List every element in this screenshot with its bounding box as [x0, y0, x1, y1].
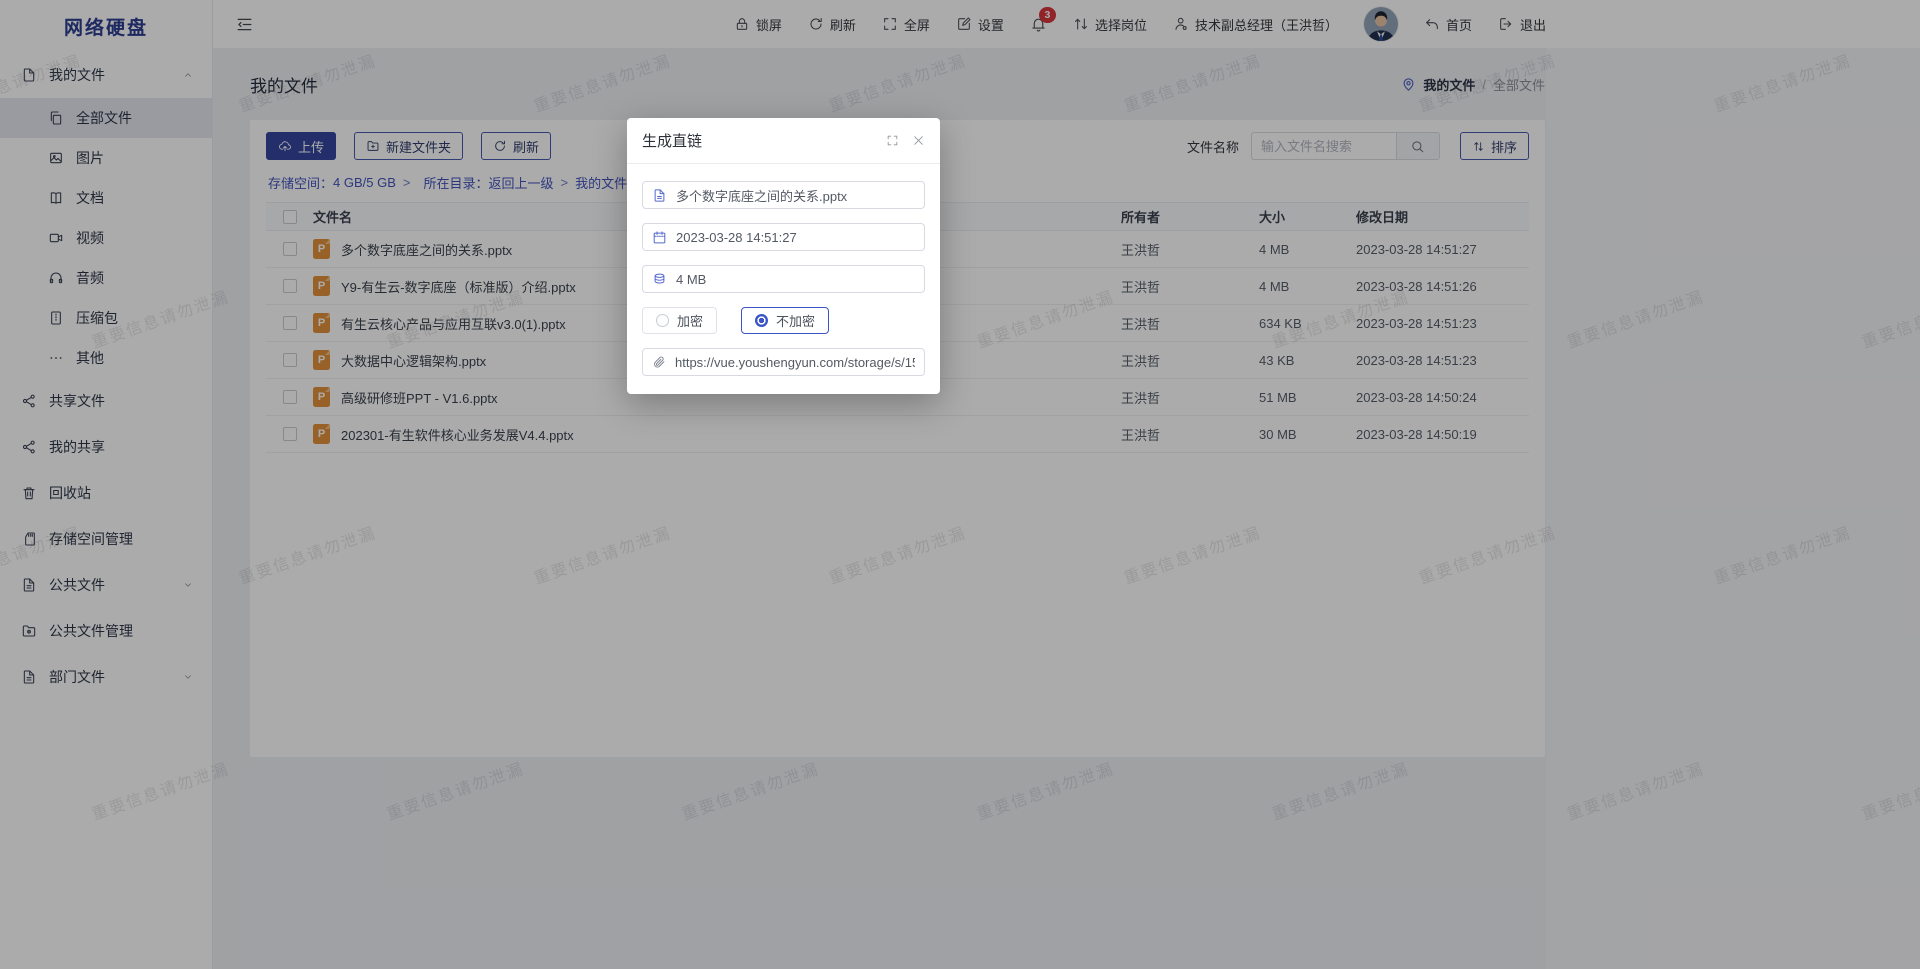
filename-field[interactable]: 多个数字底座之间的关系.pptx	[642, 181, 925, 209]
generate-direct-link-modal: 生成直链 多个数字底座之间的关系.pptx 2023-03-28 14:51:2…	[627, 118, 940, 394]
file-size-field[interactable]: 4 MB	[642, 265, 925, 293]
modal-title: 生成直链	[642, 130, 702, 151]
direct-link-value: https://vue.youshengyun.com/storage/s/15…	[675, 355, 915, 370]
file-icon	[652, 188, 667, 203]
calendar-icon	[652, 230, 667, 245]
paperclip-icon	[652, 355, 666, 369]
file-size-value: 4 MB	[676, 272, 706, 287]
modified-date-field[interactable]: 2023-03-28 14:51:27	[642, 223, 925, 251]
modified-date-value: 2023-03-28 14:51:27	[676, 230, 797, 245]
direct-link-field[interactable]: https://vue.youshengyun.com/storage/s/15…	[642, 348, 925, 376]
database-icon	[652, 272, 667, 287]
radio-circle-selected	[755, 314, 768, 327]
modal-backdrop[interactable]	[0, 0, 1920, 969]
modal-header: 生成直链	[627, 118, 940, 164]
filename-value: 多个数字底座之间的关系.pptx	[676, 186, 847, 205]
expand-icon[interactable]	[886, 134, 899, 147]
modal-body: 多个数字底座之间的关系.pptx 2023-03-28 14:51:27 4 M…	[627, 164, 940, 394]
no-encrypt-label: 不加密	[776, 311, 815, 330]
encrypt-radio[interactable]: 加密	[642, 307, 717, 334]
radio-circle	[656, 314, 669, 327]
encryption-options: 加密 不加密	[642, 307, 925, 334]
encrypt-label: 加密	[677, 311, 703, 330]
close-icon[interactable]	[912, 134, 925, 147]
no-encrypt-radio[interactable]: 不加密	[741, 307, 829, 334]
